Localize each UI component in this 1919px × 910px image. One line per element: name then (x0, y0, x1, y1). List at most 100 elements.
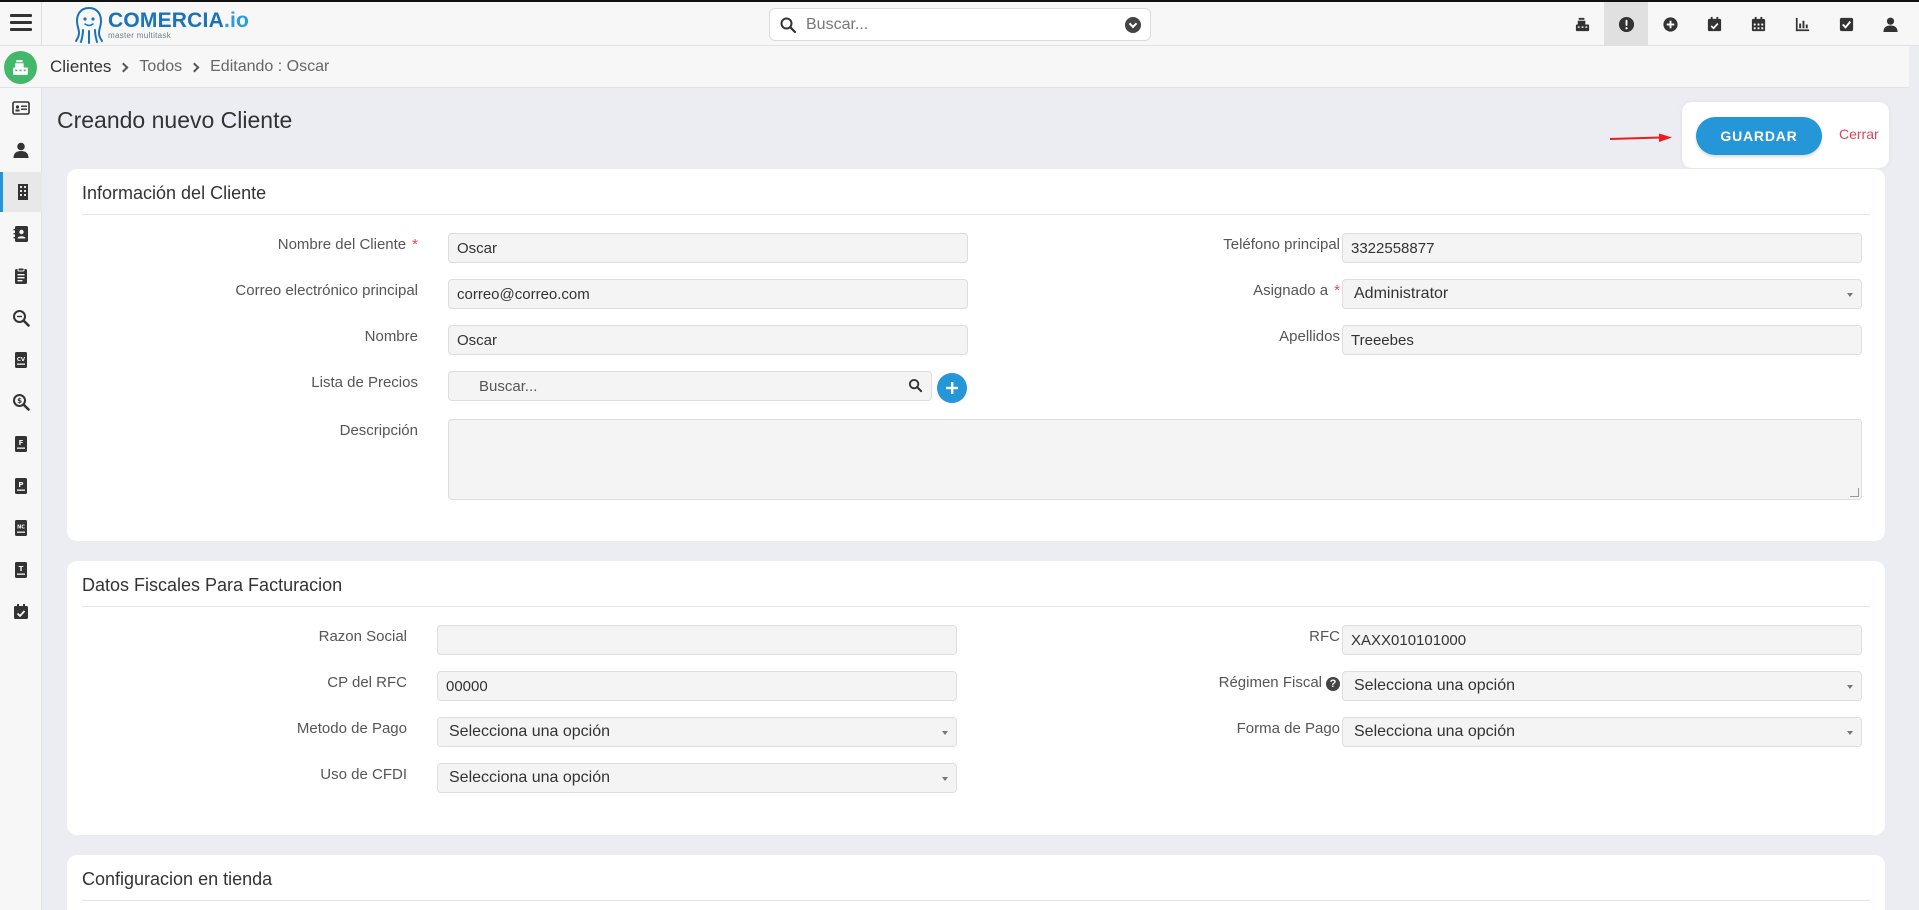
forma-pago-label: Forma de Pago (1236, 720, 1340, 737)
annotation-arrow (1609, 133, 1672, 142)
uso-cfdi-select[interactable]: Selecciona una opción (437, 763, 957, 793)
sidebar-item-building[interactable] (0, 172, 42, 212)
global-search-input[interactable] (806, 14, 1106, 36)
chevron-right-icon (118, 62, 129, 72)
sidebar-item-user[interactable] (0, 130, 42, 170)
assigned-select[interactable]: Administrator (1342, 279, 1862, 309)
chevron-down-icon[interactable] (1125, 17, 1141, 33)
section-title: Datos Fiscales Para Facturacion (82, 575, 343, 595)
forma-pago-select[interactable]: Selecciona una opción (1342, 717, 1862, 747)
calendar-icon[interactable] (1736, 2, 1780, 46)
fiscal-data-card: Datos Fiscales Para Facturacion Razon So… (67, 561, 1885, 835)
search-icon (780, 17, 796, 33)
calendar-check-icon[interactable] (1692, 2, 1736, 46)
svg-text:T: T (19, 565, 24, 573)
sidebar-item-credit-notes[interactable]: NC (0, 508, 42, 548)
divider (82, 214, 1870, 215)
regimen-label: Régimen Fiscal? (1219, 674, 1340, 691)
razon-social-label: Razon Social (318, 628, 407, 645)
top-toolbar (1560, 2, 1912, 46)
menu-icon[interactable] (10, 14, 32, 32)
sidebar: CV $ F P NC T (0, 88, 42, 910)
breadcrumb: Clientes Todos Editando : Oscar (50, 57, 329, 77)
quote-icon: CV (15, 352, 27, 368)
add-circle-icon[interactable] (1648, 2, 1692, 46)
search-document-icon (13, 310, 30, 327)
sidebar-item-invoices[interactable]: F (0, 424, 42, 464)
breadcrumb-bar: Clientes Todos Editando : Oscar (0, 46, 1909, 88)
alert-icon[interactable] (1604, 2, 1648, 46)
invoice-icon: F (15, 436, 27, 452)
cp-rfc-label: CP del RFC (327, 674, 407, 691)
section-title: Configuracion en tienda (82, 869, 273, 889)
price-list-search[interactable]: Buscar... (448, 371, 932, 401)
email-field[interactable]: correo@correo.com (448, 279, 968, 309)
rfc-field[interactable]: XAXX010101000 (1342, 625, 1862, 655)
section-title: Información del Cliente (82, 183, 267, 203)
client-info-card: Información del Cliente Nombre del Clien… (67, 169, 1885, 541)
cash-register-icon (13, 60, 28, 75)
sidebar-item-search-doc[interactable] (0, 298, 42, 338)
user-icon (13, 142, 29, 158)
chevron-right-icon (189, 62, 200, 72)
breadcrumb-list[interactable]: Todos (139, 58, 182, 76)
svg-text:$: $ (17, 397, 22, 405)
razon-social-field[interactable] (437, 625, 957, 655)
add-price-list-button[interactable] (937, 373, 967, 403)
logo-name: COMERCIA.io (108, 9, 250, 32)
client-name-field[interactable]: Oscar (448, 233, 968, 263)
module-avatar (4, 51, 37, 84)
required-marker: * (412, 236, 418, 253)
phone-field[interactable]: 3322558877 (1342, 233, 1862, 263)
sidebar-item-payments[interactable]: P (0, 466, 42, 506)
close-link[interactable]: Cerrar (1839, 126, 1879, 142)
sidebar-item-contacts[interactable] (0, 214, 42, 254)
description-textarea[interactable] (448, 419, 1862, 500)
sidebar-item-quotes[interactable]: CV (0, 340, 42, 380)
cp-rfc-field[interactable]: 00000 (437, 671, 957, 701)
global-search[interactable] (769, 8, 1151, 41)
contact-book-icon (13, 226, 28, 242)
svg-text:F: F (19, 439, 24, 447)
credit-note-icon: NC (15, 520, 27, 536)
breadcrumb-module[interactable]: Clientes (50, 57, 111, 77)
clipboard-icon (15, 267, 27, 284)
metodo-pago-label: Metodo de Pago (296, 720, 407, 737)
regimen-select[interactable]: Selecciona una opción (1342, 671, 1862, 701)
chart-icon[interactable] (1780, 2, 1824, 46)
checkbox-icon[interactable] (1824, 2, 1868, 46)
plus-icon (946, 382, 958, 394)
octopus-logo-icon (75, 7, 103, 44)
price-list-label: Lista de Precios (311, 374, 418, 391)
page-title: Creando nuevo Cliente (57, 107, 293, 133)
divider (82, 606, 1870, 607)
cash-register-icon[interactable] (1560, 2, 1604, 46)
breadcrumb-current: Editando : Oscar (210, 58, 330, 75)
metodo-pago-select[interactable]: Selecciona una opción (437, 717, 957, 747)
divider (82, 900, 1870, 901)
building-icon (17, 184, 28, 200)
help-icon[interactable]: ? (1326, 677, 1340, 691)
first-name-label: Nombre (364, 328, 418, 345)
first-name-field[interactable]: Oscar (448, 325, 968, 355)
sidebar-item-clipboard[interactable] (0, 256, 42, 296)
svg-text:NC: NC (17, 525, 25, 531)
required-marker: * (1334, 282, 1340, 299)
sidebar-item-tickets[interactable]: T (0, 550, 42, 590)
search-icon[interactable] (908, 378, 923, 393)
rfc-label: RFC (1309, 628, 1340, 645)
top-bar: COMERCIA.io master multitask (0, 0, 1919, 46)
sidebar-item-search-dollar[interactable]: $ (0, 382, 42, 422)
save-button[interactable]: GUARDAR (1696, 117, 1822, 155)
search-dollar-icon: $ (13, 394, 30, 411)
last-name-field[interactable]: Treeebes (1342, 325, 1862, 355)
user-icon[interactable] (1868, 2, 1912, 46)
payment-icon: P (15, 478, 27, 494)
client-name-label: Nombre del Cliente * (277, 236, 418, 253)
ticket-icon: T (15, 562, 27, 578)
app-logo[interactable]: COMERCIA.io master multitask (74, 6, 249, 44)
sidebar-item-id-card[interactable] (0, 88, 42, 128)
svg-text:CV: CV (17, 357, 26, 363)
assigned-label: Asignado a * (1253, 282, 1340, 299)
sidebar-item-calendar[interactable] (0, 592, 42, 632)
